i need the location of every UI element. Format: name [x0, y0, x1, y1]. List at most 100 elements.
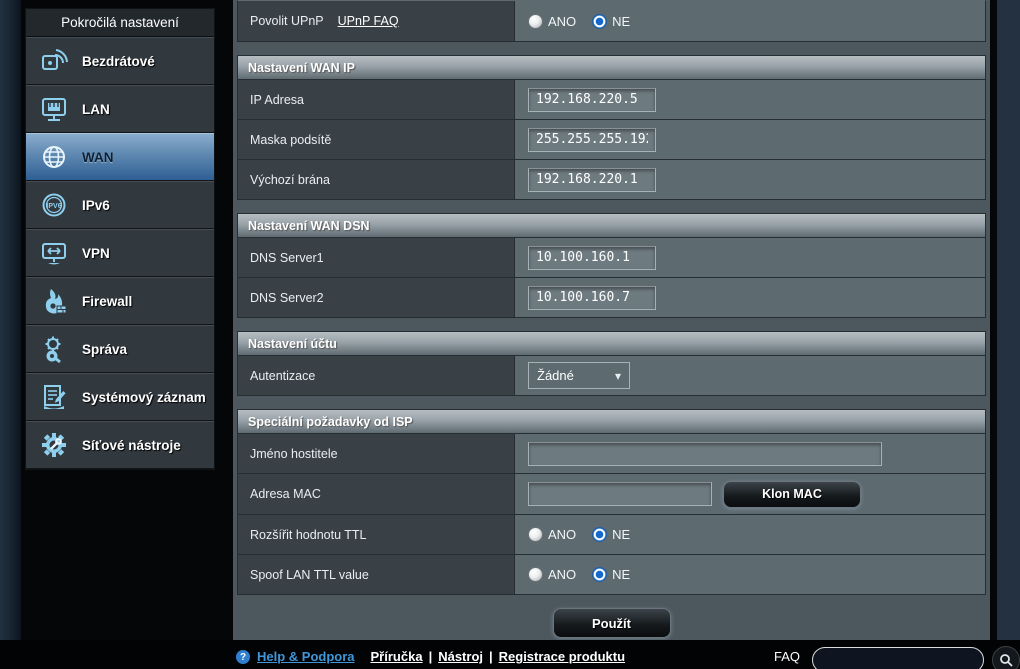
wan-dns-section: Nastavení WAN DSN DNS Server1 DNS Server… [237, 213, 986, 318]
wan-ip-section: Nastavení WAN IP IP Adresa Maska podsítě… [237, 55, 986, 200]
sidebar-item-wireless[interactable]: Bezdrátové [26, 37, 214, 85]
ttl-extend-radio-yes[interactable]: ANO [528, 527, 576, 542]
firewall-icon [39, 286, 69, 316]
radio-unselected-icon[interactable] [528, 14, 543, 29]
ttl-spoof-label: Spoof LAN TTL value [238, 555, 515, 594]
sidebar-item-network-tools[interactable]: Síťové nástroje [26, 421, 214, 469]
dns-server2-input[interactable] [528, 286, 656, 310]
search-button[interactable] [992, 646, 1020, 669]
svg-text:IPV6: IPV6 [46, 203, 61, 210]
footer: ? Help & Podpora Příručka | Nástroj | Re… [0, 640, 1020, 669]
system-log-icon [39, 382, 69, 412]
upnp-row: Povolit UPnP UPnP FAQ ANO NE [238, 1, 985, 41]
mac-clone-button[interactable]: Klon MAC [723, 481, 861, 508]
dns-server1-input[interactable] [528, 246, 656, 270]
chevron-down-icon [615, 369, 621, 383]
ttl-extend-label: Rozšířit hodnotu TTL [238, 515, 515, 554]
product-registration-link[interactable]: Registrace produktu [499, 649, 625, 664]
globe-icon [39, 142, 69, 172]
radio-unselected-icon[interactable] [528, 567, 543, 582]
mac-address-label: Adresa MAC [238, 474, 515, 514]
isp-section-title: Speciální požadavky od ISP [238, 410, 985, 434]
help-icon: ? [236, 650, 250, 664]
ttl-spoof-row: Spoof LAN TTL value ANO NE [238, 555, 985, 594]
upnp-table: Povolit UPnP UPnP FAQ ANO NE [237, 0, 986, 42]
radio-unselected-icon[interactable] [528, 527, 543, 542]
search-icon [999, 653, 1013, 667]
help-support-link[interactable]: Help & Podpora [257, 649, 355, 664]
hostname-row: Jméno hostitele [238, 434, 985, 474]
sidebar-item-label: WAN [82, 150, 114, 165]
page-left-margin [0, 0, 21, 669]
manual-link[interactable]: Příručka [371, 649, 423, 664]
sidebar-item-label: Správa [82, 342, 127, 357]
dns-server1-label: DNS Server1 [238, 238, 515, 277]
apply-button[interactable]: Použít [553, 608, 671, 638]
authentication-select[interactable]: Žádné [528, 362, 630, 389]
settings-panel: Povolit UPnP UPnP FAQ ANO NE Nastavení [233, 0, 990, 640]
subnet-mask-label: Maska podsítě [238, 120, 515, 159]
sidebar-item-label: Bezdrátové [82, 54, 155, 69]
default-gateway-label: Výchozí brána [238, 160, 515, 199]
mac-address-input[interactable] [528, 482, 712, 506]
default-gateway-input[interactable] [528, 168, 656, 192]
wan-ip-section-title: Nastavení WAN IP [238, 56, 985, 80]
dns-server2-row: DNS Server2 [238, 278, 985, 317]
sidebar-item-ipv6[interactable]: IPV6 IPv6 [26, 181, 214, 229]
sidebar-item-label: Firewall [82, 294, 132, 309]
upnp-label: Povolit UPnP [250, 14, 324, 28]
ipv6-icon: IPV6 [39, 190, 69, 220]
sidebar-item-firewall[interactable]: Firewall [26, 277, 214, 325]
sidebar: Pokročilá nastavení Bezdrátové LAN [25, 8, 215, 470]
sidebar-item-label: IPv6 [82, 198, 110, 213]
account-section-title: Nastavení účtu [238, 332, 985, 356]
utility-link[interactable]: Nástroj [438, 649, 483, 664]
vpn-icon [39, 238, 69, 268]
ttl-extend-row: Rozšířit hodnotu TTL ANO NE [238, 515, 985, 555]
subnet-mask-row: Maska podsítě [238, 120, 985, 160]
radio-selected-icon[interactable] [592, 14, 607, 29]
ttl-extend-radio-group: ANO NE [528, 527, 630, 542]
hostname-label: Jméno hostitele [238, 434, 515, 473]
sidebar-item-label: Síťové nástroje [82, 438, 181, 453]
ttl-extend-radio-no[interactable]: NE [592, 527, 630, 542]
ttl-spoof-radio-yes[interactable]: ANO [528, 567, 576, 582]
default-gateway-row: Výchozí brána [238, 160, 985, 199]
ttl-spoof-radio-no[interactable]: NE [592, 567, 630, 582]
upnp-faq-link[interactable]: UPnP FAQ [338, 14, 399, 28]
sidebar-item-label: Systémový záznam [82, 390, 206, 405]
link-separator: | [489, 649, 493, 664]
sidebar-item-vpn[interactable]: VPN [26, 229, 214, 277]
authentication-row: Autentizace Žádné [238, 356, 985, 395]
page-right-margin [997, 0, 1020, 669]
sidebar-item-lan[interactable]: LAN [26, 85, 214, 133]
admin-gear-icon [39, 334, 69, 364]
sidebar-header: Pokročilá nastavení [26, 9, 214, 37]
ip-address-input[interactable] [528, 88, 656, 112]
mac-address-row: Adresa MAC Klon MAC [238, 474, 985, 515]
radio-selected-icon[interactable] [592, 527, 607, 542]
sidebar-item-administration[interactable]: Správa [26, 325, 214, 373]
link-separator: | [429, 649, 433, 664]
radio-selected-icon[interactable] [592, 567, 607, 582]
ip-address-row: IP Adresa [238, 80, 985, 120]
account-section: Nastavení účtu Autentizace Žádné [237, 331, 986, 396]
upnp-radio-no[interactable]: NE [592, 14, 630, 29]
ip-address-label: IP Adresa [238, 80, 515, 119]
isp-section: Speciální požadavky od ISP Jméno hostite… [237, 409, 986, 595]
ttl-spoof-radio-group: ANO NE [528, 567, 630, 582]
sidebar-item-wan[interactable]: WAN [26, 133, 214, 181]
upnp-radio-yes[interactable]: ANO [528, 14, 576, 29]
wireless-icon [39, 46, 69, 76]
hostname-input[interactable] [528, 442, 882, 466]
dns-server1-row: DNS Server1 [238, 238, 985, 278]
sidebar-item-system-log[interactable]: Systémový záznam [26, 373, 214, 421]
faq-label: FAQ [774, 649, 800, 664]
authentication-label: Autentizace [238, 356, 515, 395]
authentication-select-value: Žádné [537, 368, 574, 383]
subnet-mask-input[interactable] [528, 128, 656, 152]
faq-search-input[interactable] [812, 647, 984, 669]
wan-dns-section-title: Nastavení WAN DSN [238, 214, 985, 238]
sidebar-item-label: LAN [82, 102, 110, 117]
dns-server2-label: DNS Server2 [238, 278, 515, 317]
